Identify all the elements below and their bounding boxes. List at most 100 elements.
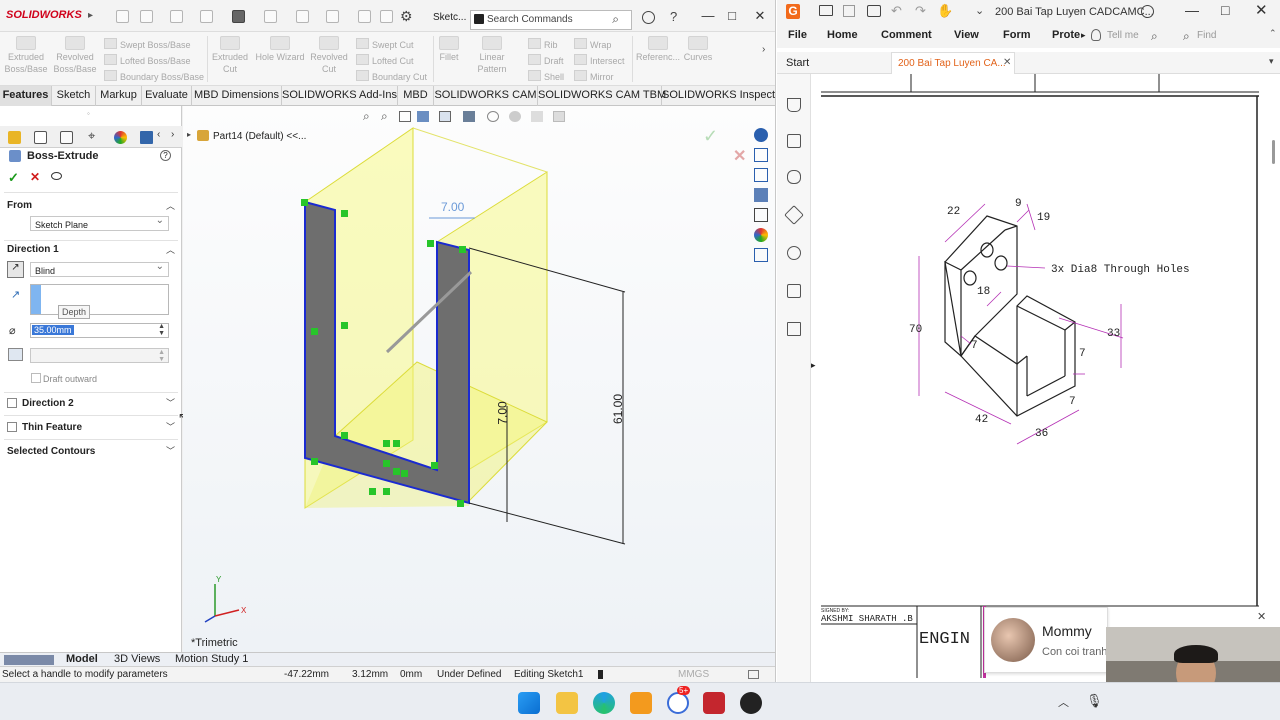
mirror-button[interactable]: Mirror	[574, 70, 614, 82]
section-selected-contours[interactable]: Selected Contours	[7, 446, 95, 457]
rebuild-icon[interactable]	[358, 10, 371, 23]
bookmark-icon[interactable]	[787, 98, 801, 112]
cam-manager-icon[interactable]	[140, 131, 153, 144]
display-manager-icon[interactable]	[114, 131, 127, 144]
security-icon[interactable]	[787, 284, 801, 298]
tab-motion-study[interactable]: Motion Study 1	[175, 653, 248, 665]
print-icon[interactable]	[867, 5, 881, 17]
tab-model[interactable]: Model	[66, 653, 98, 665]
tab-close-icon[interactable]: ✕	[1003, 57, 1011, 68]
tab-solidworks-inspection[interactable]: SOLIDWORKS Inspection	[662, 86, 775, 106]
open-icon[interactable]	[819, 5, 833, 16]
configuration-manager-icon[interactable]	[60, 131, 73, 144]
sidebar-expand-icon[interactable]: ▸	[811, 360, 816, 371]
tab-sketch[interactable]: Sketch	[52, 86, 96, 106]
account-icon[interactable]	[642, 11, 655, 24]
help-icon[interactable]: ?	[670, 9, 677, 24]
menu-form[interactable]: Form	[1003, 29, 1031, 41]
menu-comment[interactable]: Comment	[881, 29, 932, 41]
scroll-right-icon[interactable]: ›	[171, 129, 174, 140]
section-thin-feature[interactable]: Thin Feature	[22, 422, 82, 433]
microphone-icon[interactable]: 🎙	[1086, 693, 1103, 709]
linear-pattern-button[interactable]: Linear Pattern	[464, 36, 520, 75]
boundary-cut-button[interactable]: Boundary Cut	[356, 70, 427, 82]
solidworks-resources-icon[interactable]	[754, 128, 768, 142]
gear-icon[interactable]: ⚙	[400, 8, 413, 25]
search-icon[interactable]: ⌕	[612, 12, 619, 27]
direction-selection-box[interactable]	[30, 284, 169, 315]
zalo-icon[interactable]	[667, 692, 689, 714]
appearances-icon[interactable]	[754, 228, 768, 242]
model-view[interactable]	[183, 106, 776, 652]
scroll-left-icon[interactable]: ‹	[157, 129, 160, 140]
wrap-button[interactable]: Wrap	[574, 38, 611, 50]
close-button[interactable]: ✕	[1255, 1, 1268, 19]
fillet-button[interactable]: Fillet	[436, 36, 462, 63]
cancel-button[interactable]: ✕	[30, 170, 40, 184]
feature-manager-icon[interactable]	[8, 131, 21, 144]
panel-grip[interactable]: ◦	[87, 109, 90, 118]
menu-view[interactable]: View	[954, 29, 979, 41]
ok-button[interactable]: ✓	[8, 170, 19, 186]
preview-eye-icon[interactable]	[51, 172, 62, 180]
end-condition-select[interactable]: Blind	[30, 261, 169, 277]
solidworks-logo[interactable]: SOLIDWORKS	[6, 9, 82, 21]
maximize-button[interactable]: □	[722, 8, 742, 23]
lofted-cut-button[interactable]: Lofted Cut	[356, 54, 414, 66]
section-direction-1[interactable]: Direction 1	[7, 244, 59, 255]
attachments-icon[interactable]	[787, 246, 801, 260]
find-input[interactable]: Find	[1197, 30, 1216, 41]
menu-file[interactable]: File	[788, 29, 807, 41]
tab-mbd[interactable]: MBD	[398, 86, 434, 106]
save-icon[interactable]	[843, 5, 855, 17]
expand-icon[interactable]: ﹀	[166, 396, 175, 409]
menu-home[interactable]: Home	[827, 29, 858, 41]
rib-button[interactable]: Rib	[528, 38, 558, 50]
pages-icon[interactable]	[787, 134, 801, 148]
view-palette-icon[interactable]	[754, 208, 768, 222]
windows-start-icon[interactable]	[518, 692, 540, 714]
reverse-direction-button[interactable]: ↗	[7, 261, 24, 278]
tab-solidworks-add-ins[interactable]: SOLIDWORKS Add-Ins	[282, 86, 398, 106]
tab-3d-views[interactable]: 3D Views	[114, 653, 160, 665]
signature-icon[interactable]	[787, 322, 801, 336]
property-manager-icon[interactable]	[34, 131, 47, 144]
revolved-boss-button[interactable]: Revolved Boss/Base	[52, 36, 98, 75]
dimension-61[interactable]: 61.00	[611, 394, 625, 424]
print-icon[interactable]	[232, 10, 245, 23]
expand-icon[interactable]: ﹀	[166, 420, 175, 433]
close-panel-icon[interactable]: ✕	[1257, 610, 1266, 623]
hand-tool-icon[interactable]: ✋	[937, 3, 953, 19]
ribbon-collapse-icon[interactable]: ⌃	[1269, 28, 1277, 39]
intersect-button[interactable]: Intersect	[574, 54, 625, 66]
section-from[interactable]: From	[7, 200, 32, 211]
swept-boss-button[interactable]: Swept Boss/Base	[104, 38, 191, 50]
account-icon[interactable]	[1141, 5, 1154, 18]
search-commands-input[interactable]: Search Commands ⌕	[470, 10, 632, 30]
edge-browser-icon[interactable]	[593, 692, 615, 714]
search-options-icon[interactable]: ⌕	[1151, 29, 1158, 44]
depth-input[interactable]: 35.00mm ▲ ▼	[30, 323, 169, 338]
custom-properties-icon[interactable]	[754, 248, 768, 262]
redo-icon[interactable]	[296, 10, 309, 23]
tab-mbd-dimensions[interactable]: MBD Dimensions	[192, 86, 282, 106]
comments-icon[interactable]	[787, 170, 801, 184]
close-button[interactable]: ✕	[750, 8, 770, 24]
recorder-icon[interactable]	[740, 692, 762, 714]
tab-scroll-buttons[interactable]	[4, 655, 54, 665]
thin-feature-checkbox[interactable]	[7, 422, 17, 432]
extruded-boss-button[interactable]: Extruded Boss/Base	[4, 36, 48, 75]
draft-toggle-button[interactable]	[8, 348, 23, 361]
find-icon[interactable]: ⌕	[1183, 29, 1190, 44]
lofted-boss-button[interactable]: Lofted Boss/Base	[104, 54, 191, 66]
vertical-scrollbar[interactable]	[1272, 140, 1275, 164]
home-tab-icon[interactable]	[754, 148, 768, 162]
ribbon-expand-icon[interactable]: ›	[762, 44, 765, 55]
tab-markup[interactable]: Markup	[96, 86, 142, 106]
tab-document[interactable]: 200 Bai Tap Luyen CA... ✕	[891, 52, 1015, 74]
draft-button[interactable]: Draft	[528, 54, 564, 66]
maximize-button[interactable]: □	[1221, 2, 1229, 18]
tab-evaluate[interactable]: Evaluate	[142, 86, 192, 106]
collapse-icon[interactable]: ︿	[166, 243, 175, 256]
undo-icon[interactable]	[264, 10, 277, 23]
